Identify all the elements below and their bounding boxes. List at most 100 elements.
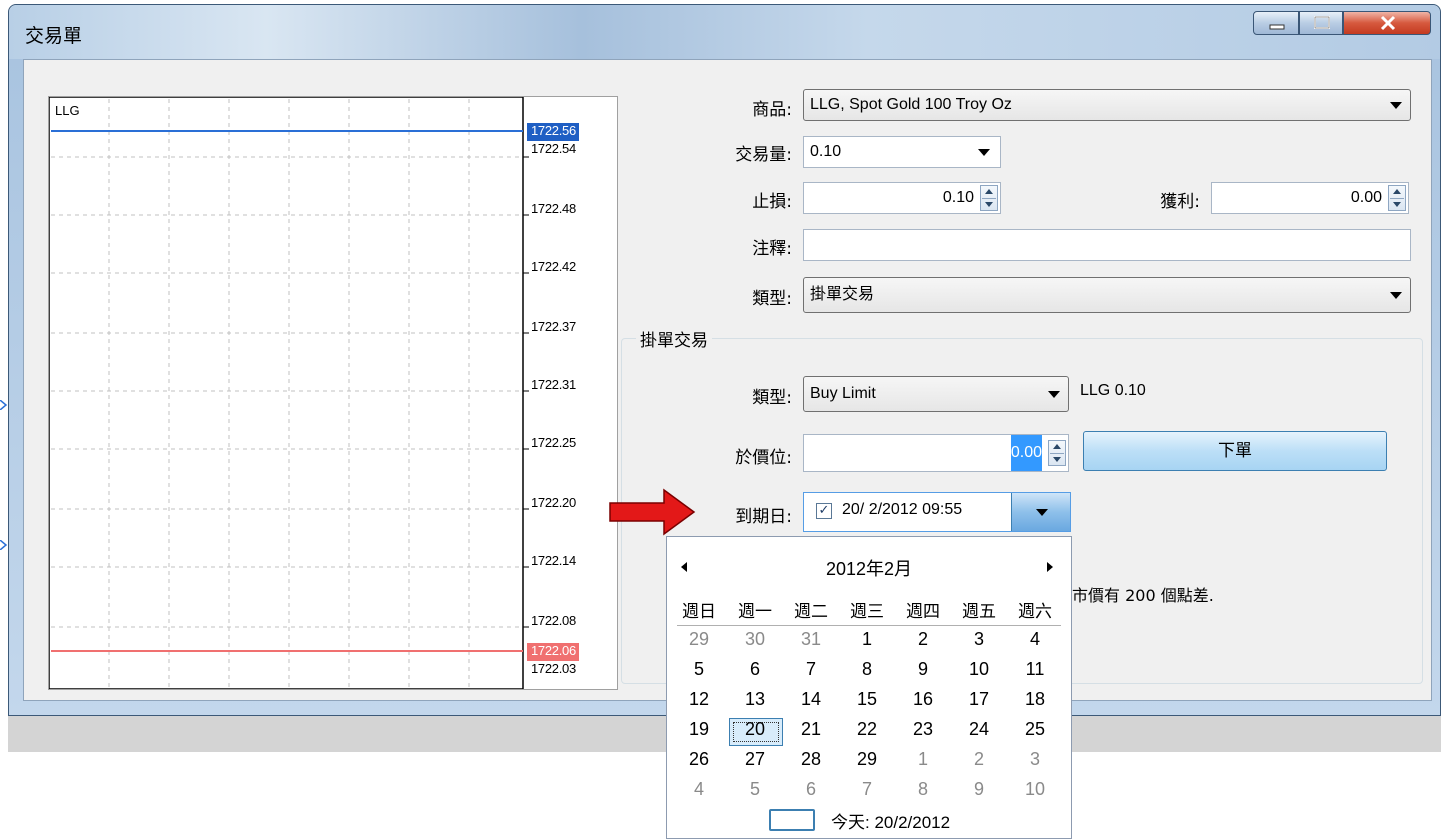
calendar-day[interactable]: 30 [727,629,783,650]
maximize-icon [1314,16,1330,29]
calendar-day[interactable]: 28 [783,749,839,770]
calendar-day[interactable]: 20 [727,719,783,740]
stop-loss-spinner[interactable] [980,185,998,211]
calendar-day[interactable]: 5 [727,779,783,800]
calendar-day[interactable]: 3 [1007,749,1063,770]
calendar-day[interactable]: 15 [839,689,895,710]
calendar-day[interactable]: 23 [895,719,951,740]
place-order-button[interactable]: 下單 [1083,431,1387,471]
tick-label: 1722.42 [531,259,576,274]
calendar-day[interactable]: 6 [783,779,839,800]
symbol-select[interactable]: LLG, Spot Gold 100 Troy Oz [803,89,1411,121]
close-button[interactable] [1343,11,1431,35]
calendar-day[interactable]: 5 [671,659,727,680]
maximize-button[interactable] [1299,11,1343,35]
calendar-day[interactable]: 26 [671,749,727,770]
price-label: 於價位: [735,448,792,468]
weekday-label: 週六 [1018,602,1052,622]
calendar-day[interactable]: 29 [671,629,727,650]
calendar-dropdown-button[interactable] [1011,493,1070,531]
calendar-day[interactable]: 21 [783,719,839,740]
tick-label: 1722.03 [531,661,576,676]
chart-grid [49,97,579,689]
calendar-day[interactable]: 27 [727,749,783,770]
comment-label: 注釋: [752,239,792,259]
volume-value: 0.10 [810,143,842,160]
weekday-label: 週三 [850,602,884,622]
order-type-value: 掛單交易 [810,286,875,303]
take-profit-spinner[interactable] [1388,185,1406,211]
calendar-day[interactable]: 17 [951,689,1007,710]
calendar-day[interactable]: 22 [839,719,895,740]
minimize-button[interactable] [1253,11,1299,35]
calendar-day[interactable]: 25 [1007,719,1063,740]
tick-label: 1722.20 [531,495,576,510]
calendar-day[interactable]: 16 [895,689,951,710]
expiry-date-value[interactable]: 20/ 2/2012 09:55 [842,501,1010,519]
calendar-day[interactable]: 10 [951,659,1007,680]
calendar-day[interactable]: 9 [895,659,951,680]
tick-label: 1722.37 [531,319,576,334]
volume-label: 交易量: [735,145,792,165]
calendar-day[interactable]: 7 [783,659,839,680]
tick-label: 1722.25 [531,435,576,450]
calendar-day[interactable]: 13 [727,689,783,710]
chevron-down-icon [978,149,990,156]
tick-label: 1722.08 [531,613,576,628]
stop-loss-label: 止損: [752,192,792,212]
calendar-day[interactable]: 8 [839,659,895,680]
pending-type-select[interactable]: Buy Limit [803,376,1069,412]
calendar-day[interactable]: 12 [671,689,727,710]
calendar-month-title[interactable]: 2012年2月 [667,555,1071,581]
volume-select[interactable]: 0.10 [803,136,1001,168]
stop-loss-input[interactable]: 0.10 [803,182,1001,214]
calendar-day[interactable]: 19 [671,719,727,740]
today-marker-icon [769,809,815,831]
calendar-day[interactable]: 2 [951,749,1007,770]
stop-loss-value: 0.10 [942,189,974,206]
calendar-day[interactable]: 18 [1007,689,1063,710]
order-type-label: 類型: [752,289,792,309]
calendar-popup: 2012年2月 週日 週一 週二 週三 週四 週五 週六 29 30 31 1 2 3 4 5… [666,536,1072,839]
price-value: 0.00 [1010,435,1042,471]
tick-label: 1722.48 [531,201,576,216]
calendar-day[interactable]: 14 [783,689,839,710]
weekday-label: 週一 [738,602,772,622]
calendar-day[interactable]: 1 [895,749,951,770]
weekday-divider [677,625,1061,626]
calendar-day[interactable]: 4 [1007,629,1063,650]
today-label: 今天: 20/2/2012 [831,813,951,832]
order-type-select[interactable]: 掛單交易 [803,277,1411,313]
spread-hint: 市價有 200 個點差. [1072,586,1214,605]
calendar-day[interactable]: 9 [951,779,1007,800]
tick-chart: LLG 1722.56 1722.54 1722.48 1722.42 1722… [48,96,618,690]
calendar-day[interactable]: 8 [895,779,951,800]
calendar-day[interactable]: 24 [951,719,1007,740]
calendar-day[interactable]: 3 [951,629,1007,650]
calendar-day[interactable]: 7 [839,779,895,800]
comment-input[interactable] [803,229,1411,261]
calendar-day[interactable]: 6 [727,659,783,680]
take-profit-value: 0.00 [1350,189,1382,206]
calendar-day[interactable]: 10 [1007,779,1063,800]
title-bar[interactable]: 交易單 [9,5,1440,59]
next-month-icon[interactable] [1047,562,1053,572]
close-icon [1380,15,1396,31]
calendar-day[interactable]: 29 [839,749,895,770]
weekday-label: 週五 [962,602,996,622]
chevron-down-icon [1036,509,1048,516]
take-profit-input[interactable]: 0.00 [1211,182,1409,214]
chevron-down-icon [1390,292,1402,299]
calendar-day[interactable]: 31 [783,629,839,650]
price-spinner[interactable] [1048,440,1066,466]
edge-arrow-icon [0,540,8,550]
expiry-date-picker[interactable]: ✓ 20/ 2/2012 09:55 [803,492,1071,532]
calendar-day[interactable]: 11 [1007,659,1063,680]
weekday-label: 週二 [794,602,828,622]
calendar-day[interactable]: 1 [839,629,895,650]
tick-label: 1722.54 [531,141,576,156]
calendar-day[interactable]: 4 [671,779,727,800]
price-input[interactable]: 0.00 [803,434,1069,472]
expiry-checkbox[interactable]: ✓ [816,503,832,519]
calendar-day[interactable]: 2 [895,629,951,650]
